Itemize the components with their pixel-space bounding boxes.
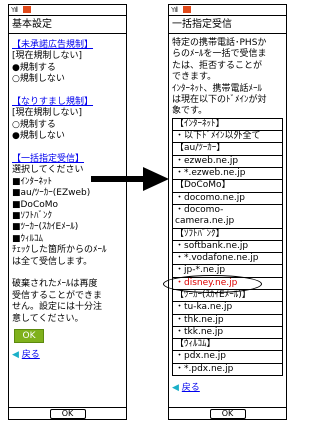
domain-row: ・*.pdx.ne.jp xyxy=(172,362,283,377)
carrier-header: 【au/ﾂｰｶｰ】 xyxy=(172,142,283,155)
section-link[interactable]: 【一括指定受信】 xyxy=(12,154,123,165)
domain-row: ・tkk.ne.jp xyxy=(172,325,283,339)
intro-line: たは、拒否することが xyxy=(172,60,263,71)
carrier-header: 【DoCoMo】 xyxy=(172,179,283,192)
setting-text: せん。設定には十分注 xyxy=(12,302,103,313)
setting-text[interactable]: ■ｳｨﾙｺﾑ xyxy=(12,234,123,245)
signal-icon: Yıll xyxy=(171,6,178,14)
section-link[interactable]: 【なりすまし規制】 xyxy=(12,97,123,108)
setting-text[interactable]: ■DoCoMo xyxy=(12,200,123,211)
mail-icon xyxy=(23,6,31,13)
setting-text: 意してください。 xyxy=(12,313,84,324)
right-phone-screen: Yıll 一括指定受信 特定の携帯電話･PHSか らのﾒｰﾙを一括で受信ま たは、拒… xyxy=(168,4,287,420)
domain-row: ・thk.ne.jp xyxy=(172,313,283,326)
domain-row: ・softbank.ne.jp xyxy=(172,239,283,253)
back-arrow-icon: ◀ xyxy=(12,350,19,361)
back-label: 戻る xyxy=(21,350,40,361)
signal-icon: Yıll xyxy=(11,6,18,14)
setting-text[interactable]: ●規制しない xyxy=(12,131,123,142)
status-bar: Yıll xyxy=(169,5,286,15)
intro-line: 象です。 xyxy=(172,106,208,117)
right-arrow-icon xyxy=(91,167,169,191)
domain-row: ・docomo.ne.jp xyxy=(172,191,283,204)
setting-text[interactable]: ■ﾂｰｶｰ(ｽｶｲEﾒｰﾙ) xyxy=(12,222,123,233)
highlight-oval xyxy=(163,275,262,293)
softkey-ok-button[interactable]: OK xyxy=(49,409,86,419)
carrier-header: 【ｿﾌﾄﾊﾞﾝｸ】 xyxy=(172,227,283,240)
intro-line: は現在以下のﾄﾞﾒｲﾝが対 xyxy=(172,95,267,106)
setting-text[interactable]: ○規制する xyxy=(12,120,123,131)
softkey-bar: OK xyxy=(9,407,126,419)
status-bar: Yıll xyxy=(9,5,126,15)
setting-text: ﾁｪｯｸした箇所からのﾒｰﾙ xyxy=(12,245,107,256)
setting-text[interactable]: ●規制する xyxy=(12,63,123,74)
carrier-header: 【ｳｨﾙｺﾑ】 xyxy=(172,338,283,351)
softkey-ok-button[interactable]: OK xyxy=(209,409,246,419)
page-title: 一括指定受信 xyxy=(169,15,286,34)
left-phone-screen: Yıll 基本設定 【未承諾広告規制】 [現在規制しない] ●規制する ○規制しない【… xyxy=(8,4,127,420)
domain-row: ・pdx.ne.jp xyxy=(172,350,283,363)
carrier-header: 【ｲﾝﾀｰﾈｯﾄ】 xyxy=(172,117,283,131)
intro-line: らのﾒｰﾙを一括で受信ま xyxy=(172,49,267,60)
mail-icon xyxy=(183,6,191,13)
domain-row: ・*.vodafone.ne.jp xyxy=(172,252,283,265)
domain-row: ・docomo-camera.ne.jp xyxy=(172,203,283,228)
domain-row: ・tu-ka.ne.jp xyxy=(172,301,283,314)
softkey-bar: OK xyxy=(169,407,286,419)
setting-text: 受信することができま xyxy=(12,290,103,301)
back-link[interactable]: ◀ 戻る xyxy=(169,380,286,393)
back-label: 戻る xyxy=(181,383,200,394)
setting-text[interactable]: ■ｿﾌﾄﾊﾞﾝｸ xyxy=(12,211,123,222)
intro-line: ｲﾝﾀｰﾈｯﾄ、携帯電話ﾒｰﾙ xyxy=(172,83,263,94)
setting-text: [現在規制しない] xyxy=(12,108,83,119)
domain-row: ・ezweb.ne.jp xyxy=(172,154,283,168)
section-link[interactable]: 【未承諾広告規制】 xyxy=(12,40,123,51)
domain-list: 【ｲﾝﾀｰﾈｯﾄ】 ・以下ﾄﾞﾒｲﾝ以外全て 【au/ﾂｰｶｰ】 ・ezweb.ne.… xyxy=(172,117,283,377)
setting-text: は全て受信します。 xyxy=(12,256,93,267)
setting-text: [現在規制しない] xyxy=(12,51,83,62)
domain-row: ・以下ﾄﾞﾒｲﾝ以外全て xyxy=(172,130,283,143)
page-title: 基本設定 xyxy=(9,15,126,34)
setting-text: 破棄されたﾒｰﾙは再度 xyxy=(12,279,98,290)
ok-button[interactable]: OK xyxy=(14,329,44,344)
intro-text: 特定の携帯電話･PHSか らのﾒｰﾙを一括で受信ま たは、拒否することが できます。ｲ… xyxy=(169,34,286,118)
setting-text[interactable]: ○規制しない xyxy=(12,74,123,85)
intro-line: できます。 xyxy=(172,72,217,83)
back-arrow-icon: ◀ xyxy=(172,383,179,394)
intro-line: 特定の携帯電話･PHSか xyxy=(172,38,267,48)
domain-row: ・*.ezweb.ne.jp xyxy=(172,167,283,180)
back-link[interactable]: ◀ 戻る xyxy=(12,347,126,360)
